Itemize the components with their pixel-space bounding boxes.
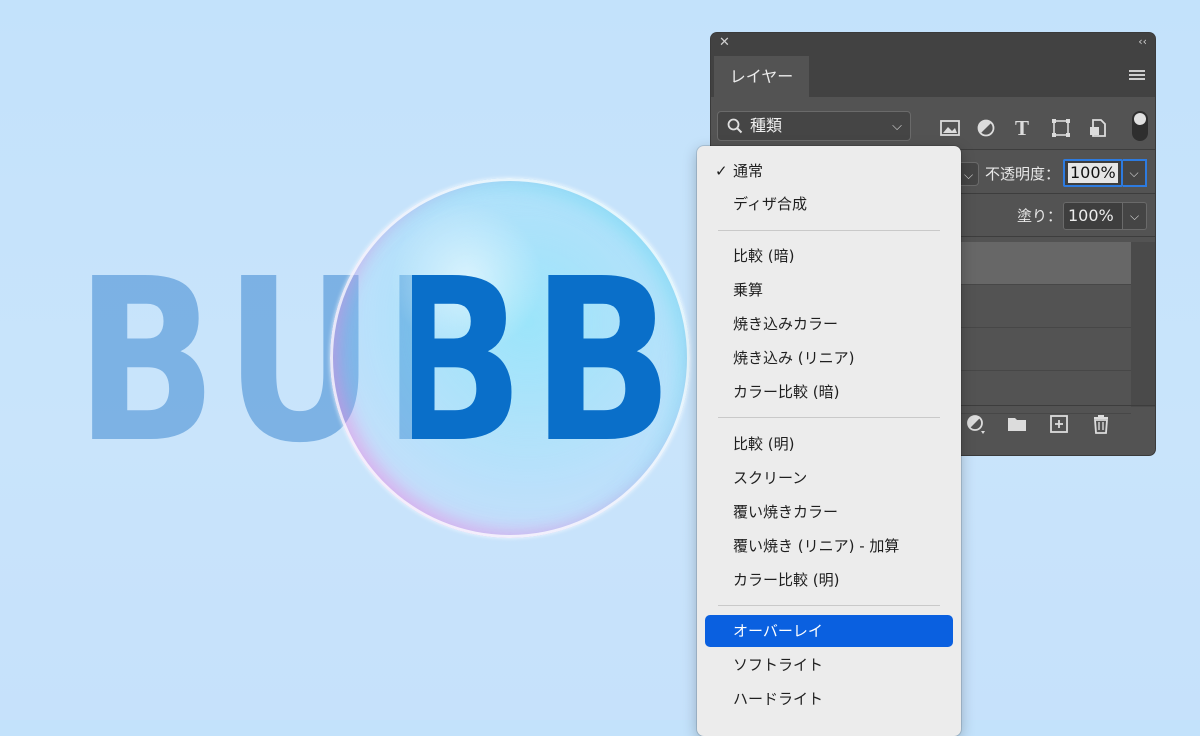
- menu-item-label: ディザ合成: [733, 195, 807, 213]
- folder-icon[interactable]: [1006, 413, 1028, 435]
- menu-separator: [718, 605, 940, 606]
- menu-item-overlay[interactable]: オーバーレイ: [705, 615, 953, 647]
- menu-item-label: 通常: [733, 162, 764, 180]
- shape-icon[interactable]: [1050, 117, 1072, 139]
- fill-label: 塗り：: [1017, 207, 1063, 225]
- fill-chevron[interactable]: ⌵: [1123, 202, 1147, 230]
- panel-menu-icon[interactable]: [1129, 70, 1145, 81]
- menu-item-label: 覆い焼きカラー: [733, 503, 839, 521]
- blend-mode-chevron[interactable]: ⌵: [959, 162, 979, 186]
- menu-separator: [718, 230, 940, 231]
- opacity-value: 100%: [1068, 163, 1118, 183]
- menu-item-label: 乗算: [733, 281, 764, 299]
- menu-item-screen[interactable]: スクリーン: [705, 462, 953, 494]
- fill-input[interactable]: 100%: [1063, 202, 1123, 230]
- menu-item-label: カラー比較 (明): [733, 571, 840, 589]
- menu-item-label: 焼き込み (リニア): [733, 349, 855, 367]
- menu-item-multiply[interactable]: 乗算: [705, 274, 953, 306]
- adjustment-layer-icon[interactable]: [965, 413, 987, 435]
- tab-layers[interactable]: レイヤー: [714, 56, 809, 97]
- menu-item-color-dodge[interactable]: 覆い焼きカラー: [705, 496, 953, 528]
- filter-kind-label: 種類: [750, 116, 783, 135]
- checkmark-icon: ✓: [715, 162, 728, 180]
- menu-item-normal[interactable]: ✓ 通常: [705, 155, 953, 187]
- menu-item-label: ハードライト: [733, 690, 824, 708]
- menu-item-soft-light[interactable]: ソフトライト: [705, 649, 953, 681]
- menu-item-label: スクリーン: [733, 469, 808, 487]
- type-icon[interactable]: T: [1011, 117, 1033, 139]
- menu-item-darker-color[interactable]: カラー比較 (暗): [705, 376, 953, 408]
- menu-item-lighter-color[interactable]: カラー比較 (明): [705, 564, 953, 596]
- new-layer-icon[interactable]: [1048, 413, 1070, 435]
- menu-item-label: オーバーレイ: [733, 622, 823, 640]
- panel-titlebar: ✕ ‹‹: [711, 33, 1155, 54]
- panel-tabbar: レイヤー: [711, 54, 1155, 97]
- menu-item-label: 焼き込みカラー: [733, 315, 839, 333]
- opacity-chevron[interactable]: ⌵: [1123, 159, 1147, 187]
- smart-object-icon[interactable]: [1087, 117, 1109, 139]
- menu-item-dissolve[interactable]: ディザ合成: [705, 188, 953, 220]
- chevron-down-icon: ⌵: [892, 119, 902, 134]
- close-icon[interactable]: ✕: [719, 35, 730, 50]
- image-icon[interactable]: [939, 117, 961, 139]
- opacity-input[interactable]: 100%: [1063, 159, 1123, 187]
- menu-item-linear-burn[interactable]: 焼き込み (リニア): [705, 342, 953, 374]
- layers-scrollbar[interactable]: [1131, 242, 1155, 407]
- menu-item-color-burn[interactable]: 焼き込みカラー: [705, 308, 953, 340]
- menu-item-lighten[interactable]: 比較 (明): [705, 428, 953, 460]
- opacity-label: 不透明度：: [985, 165, 1061, 183]
- menu-item-label: 比較 (明): [733, 435, 795, 453]
- menu-item-darken[interactable]: 比較 (暗): [705, 240, 953, 272]
- blend-mode-menu: ✓ 通常 ディザ合成 比較 (暗) 乗算 焼き込みカラー 焼き込み (リニア) …: [697, 146, 961, 736]
- adjustment-icon[interactable]: [975, 117, 997, 139]
- menu-separator: [718, 417, 940, 418]
- filter-toggle[interactable]: [1132, 111, 1148, 141]
- menu-item-label: カラー比較 (暗): [733, 383, 840, 401]
- menu-item-label: 覆い焼き (リニア) - 加算: [733, 537, 900, 555]
- menu-item-linear-dodge[interactable]: 覆い焼き (リニア) - 加算: [705, 530, 953, 562]
- menu-item-hard-light[interactable]: ハードライト: [705, 683, 953, 715]
- bubble-refracted-text: BUBBLE: [412, 262, 672, 462]
- filter-kind-dropdown[interactable]: 種類 ⌵: [717, 111, 911, 141]
- menu-item-label: 比較 (暗): [733, 247, 795, 265]
- bubble-refraction: BUBBLE: [412, 262, 672, 462]
- trash-icon[interactable]: [1090, 413, 1112, 435]
- menu-item-label: ソフトライト: [733, 656, 824, 674]
- collapse-icon[interactable]: ‹‹: [1138, 35, 1147, 48]
- search-icon: [727, 118, 743, 134]
